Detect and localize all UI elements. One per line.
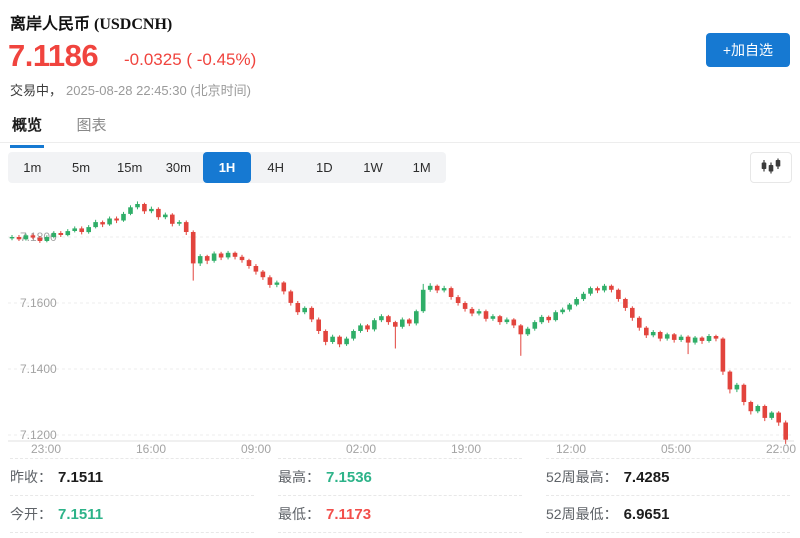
stat-low: 最低： 7.1173 (278, 496, 522, 533)
svg-text:7.1400: 7.1400 (20, 362, 57, 376)
tab-chart[interactable]: 图表 (74, 112, 108, 145)
period-button-1d[interactable]: 1D (300, 152, 349, 183)
price-chart[interactable]: 7.18007.16007.14007.120023:0016:0009:000… (0, 190, 800, 456)
svg-text:22:00: 22:00 (766, 442, 796, 456)
tab-overview[interactable]: 概览 (10, 112, 44, 148)
candles-layer (10, 201, 788, 444)
stat-value: 7.1511 (58, 506, 103, 523)
instrument-title: 离岸人民币 (USDCNH) (10, 10, 172, 34)
period-button-1h[interactable]: 1H (203, 152, 252, 183)
svg-text:12:00: 12:00 (556, 442, 586, 456)
svg-text:02:00: 02:00 (346, 442, 376, 456)
stat-value: 7.1536 (326, 469, 372, 486)
period-button-30m[interactable]: 30m (154, 152, 203, 183)
stat-week52-low: 52周最低： 6.9651 (546, 496, 790, 533)
chart-toolbar: 1m5m15m30m1H4H1D1W1M (8, 152, 792, 183)
add-watchlist-button[interactable]: +加自选 (706, 33, 790, 67)
stat-week52-high: 52周最高： 7.4285 (546, 458, 790, 496)
stat-label: 昨收： (10, 467, 52, 487)
stat-label: 最高： (278, 467, 320, 487)
stat-open: 今开： 7.1511 (10, 496, 254, 533)
svg-text:19:00: 19:00 (451, 442, 481, 456)
period-button-4h[interactable]: 4H (251, 152, 300, 183)
stat-label: 52周最高： (546, 467, 618, 487)
chart-style-button[interactable] (750, 152, 792, 183)
svg-text:16:00: 16:00 (136, 442, 166, 456)
price-change: -0.0325 ( -0.45%) (124, 50, 256, 70)
period-button-1w[interactable]: 1W (349, 152, 398, 183)
candlestick-icon (760, 158, 782, 177)
last-price: 7.1186 (8, 38, 98, 74)
period-selector: 1m5m15m30m1H4H1D1W1M (8, 152, 446, 183)
stat-value: 7.1511 (58, 469, 103, 486)
svg-text:7.1200: 7.1200 (20, 428, 57, 442)
tab-bar: 概览 图表 (0, 112, 800, 143)
svg-text:05:00: 05:00 (661, 442, 691, 456)
stat-prev-close: 昨收： 7.1511 (10, 458, 254, 496)
svg-text:09:00: 09:00 (241, 442, 271, 456)
x-axis-labels: 23:00 16:00 09:00 02:00 19:00 12:00 05:00 22:00 (31, 442, 796, 456)
stat-value: 6.9651 (624, 506, 670, 523)
period-button-1m[interactable]: 1m (8, 152, 57, 183)
quote-page: 离岸人民币 (USDCNH) 7.1186 -0.0325 ( -0.45%) … (0, 0, 800, 538)
svg-text:7.1600: 7.1600 (20, 296, 57, 310)
quote-stats: 昨收： 7.1511 最高： 7.1536 52周最高： 7.4285 今开： 7.1511 最… (10, 458, 790, 533)
quote-status-row: 交易中， 2025-08-28 22:45:30 (北京时间) (10, 80, 251, 99)
price-chart-svg[interactable]: 7.18007.16007.14007.120023:0016:0009:000… (0, 190, 800, 456)
stat-label: 最低： (278, 504, 320, 524)
quote-timestamp: 2025-08-28 22:45:30 (北京时间) (66, 83, 251, 98)
svg-text:23:00: 23:00 (31, 442, 61, 456)
period-button-5m[interactable]: 5m (57, 152, 106, 183)
period-button-1m[interactable]: 1M (397, 152, 446, 183)
stat-value: 7.1173 (326, 506, 371, 523)
stat-label: 今开： (10, 504, 52, 524)
trading-status: 交易中， (10, 83, 62, 98)
period-button-15m[interactable]: 15m (105, 152, 154, 183)
stat-value: 7.4285 (624, 469, 670, 486)
stat-high: 最高： 7.1536 (278, 458, 522, 496)
stat-label: 52周最低： (546, 504, 618, 524)
